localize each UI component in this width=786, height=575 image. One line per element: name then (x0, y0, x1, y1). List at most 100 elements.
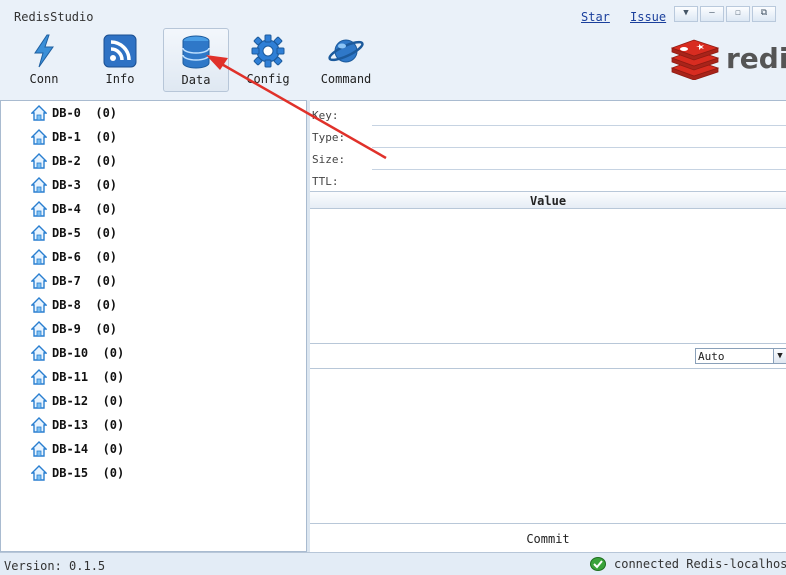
db-item-label: DB-15 (0) (52, 466, 125, 480)
issue-link[interactable]: Issue (630, 10, 666, 24)
house-icon (31, 225, 47, 241)
key-detail-panel: Key: Type: Size: TTL: Value Auto ▼ Commi… (310, 100, 786, 553)
value-editor[interactable] (310, 369, 786, 521)
value-column-header: Value (310, 191, 786, 209)
toolbar-conn-button[interactable]: Conn (12, 28, 76, 90)
db-item-label: DB-1 (0) (52, 130, 118, 144)
maximize-button[interactable]: ☐ (726, 6, 750, 22)
key-field[interactable] (372, 105, 786, 126)
db-item-6[interactable]: DB-6 (0) (31, 246, 117, 268)
db-item-15[interactable]: DB-15 (0) (31, 462, 124, 484)
db-item-10[interactable]: DB-10 (0) (31, 342, 124, 364)
window-controls: ▼ — ☐ ⧉ (674, 6, 778, 22)
db-item-label: DB-4 (0) (52, 202, 118, 216)
db-item-label: DB-8 (0) (52, 298, 118, 312)
format-bar: Auto ▼ (310, 343, 786, 369)
toolbar-command-button[interactable]: Command (312, 28, 380, 90)
redis-logo (670, 39, 720, 80)
redis-logo-text: redis (726, 42, 786, 75)
db-item-label: DB-14 (0) (52, 442, 125, 456)
type-row: Type: (310, 125, 786, 148)
commit-button[interactable]: Commit (310, 523, 786, 553)
ttl-field[interactable] (372, 171, 786, 192)
db-item-1[interactable]: DB-1 (0) (31, 126, 117, 148)
size-row: Size: (310, 147, 786, 170)
ttl-row: TTL: (310, 169, 786, 192)
chevron-down-icon[interactable]: ▼ (773, 348, 786, 364)
house-icon (31, 129, 47, 145)
status-bar: Version: 0.1.5 connected Redis-localhost (0, 552, 786, 575)
db-item-11[interactable]: DB-11 (0) (31, 366, 124, 388)
house-icon (31, 345, 47, 361)
connection-text: connected Redis-localhost (614, 557, 786, 571)
db-item-label: DB-13 (0) (52, 418, 125, 432)
db-item-label: DB-9 (0) (52, 322, 118, 336)
title-bar: RedisStudio Star Issue ▼ — ☐ ⧉ (0, 0, 786, 28)
key-label: Key: (312, 109, 339, 122)
type-label: Type: (312, 131, 346, 144)
db-item-label: DB-0 (0) (52, 106, 118, 120)
house-icon (31, 177, 47, 193)
ttl-label: TTL: (312, 175, 339, 188)
db-item-label: DB-11 (0) (52, 370, 125, 384)
gear-icon (251, 34, 285, 68)
type-field[interactable] (372, 127, 786, 148)
db-item-label: DB-12 (0) (52, 394, 125, 408)
database-tree: DB-0 (0) DB-1 (0) DB-2 (0) DB-3 (0) DB-4… (0, 100, 307, 552)
db-item-13[interactable]: DB-13 (0) (31, 414, 124, 436)
lightning-icon (34, 34, 54, 68)
minimize-button[interactable]: — (700, 6, 724, 22)
rss-icon (103, 34, 137, 68)
house-icon (31, 273, 47, 289)
db-item-label: DB-6 (0) (52, 250, 118, 264)
house-icon (31, 321, 47, 337)
planet-icon (328, 39, 364, 63)
toolbar-data-label: Data (181, 73, 211, 87)
toolbar-command-label: Command (320, 72, 372, 86)
toolbar-data-button[interactable]: Data (163, 28, 229, 92)
size-field[interactable] (372, 149, 786, 170)
restore-button[interactable]: ⧉ (752, 6, 776, 22)
app-title: RedisStudio (14, 10, 94, 24)
value-list[interactable] (310, 209, 786, 343)
house-icon (31, 393, 47, 409)
house-icon (31, 249, 47, 265)
db-item-2[interactable]: DB-2 (0) (31, 150, 117, 172)
db-item-3[interactable]: DB-3 (0) (31, 174, 117, 196)
db-item-12[interactable]: DB-12 (0) (31, 390, 124, 412)
toolbar-config-label: Config (246, 72, 290, 86)
star-link[interactable]: Star (581, 10, 610, 24)
db-item-9[interactable]: DB-9 (0) (31, 318, 117, 340)
db-item-label: DB-3 (0) (52, 178, 118, 192)
house-icon (31, 441, 47, 457)
db-item-0[interactable]: DB-0 (0) (31, 102, 117, 124)
toolbar-config-button[interactable]: Config (236, 28, 300, 90)
menu-dropdown-button[interactable]: ▼ (674, 6, 698, 22)
check-circle-icon (590, 557, 606, 571)
house-icon (31, 153, 47, 169)
connection-status: connected Redis-localhost (590, 557, 786, 571)
db-item-5[interactable]: DB-5 (0) (31, 222, 117, 244)
db-item-7[interactable]: DB-7 (0) (31, 270, 117, 292)
toolbar-conn-label: Conn (29, 72, 59, 86)
house-icon (31, 465, 47, 481)
db-item-14[interactable]: DB-14 (0) (31, 438, 124, 460)
toolbar-info-label: Info (105, 72, 135, 86)
db-item-label: DB-7 (0) (52, 274, 118, 288)
db-item-4[interactable]: DB-4 (0) (31, 198, 117, 220)
house-icon (31, 201, 47, 217)
size-label: Size: (312, 153, 346, 166)
house-icon (31, 369, 47, 385)
db-item-label: DB-10 (0) (52, 346, 125, 360)
format-select[interactable]: Auto (695, 348, 775, 364)
key-row: Key: (310, 103, 786, 126)
db-item-label: DB-2 (0) (52, 154, 118, 168)
version-text: Version: 0.1.5 (4, 559, 106, 573)
database-icon (182, 35, 210, 69)
house-icon (31, 417, 47, 433)
house-icon (31, 297, 47, 313)
db-item-label: DB-5 (0) (52, 226, 118, 240)
toolbar-info-button[interactable]: Info (88, 28, 152, 90)
db-item-8[interactable]: DB-8 (0) (31, 294, 117, 316)
house-icon (31, 105, 47, 121)
